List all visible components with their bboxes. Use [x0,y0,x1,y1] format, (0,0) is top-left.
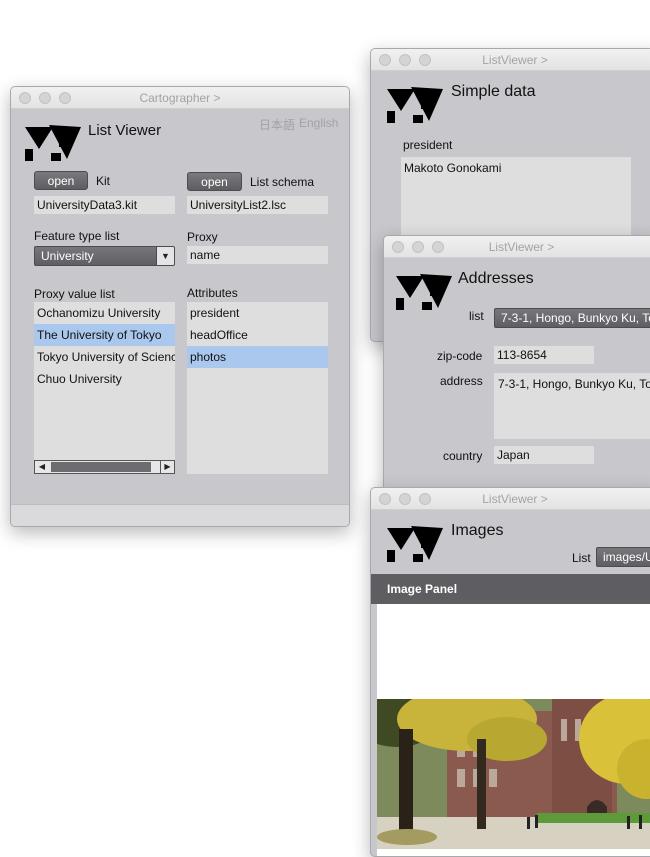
list-item[interactable]: president [187,302,328,324]
titlebar[interactable]: ListViewer > [384,236,650,258]
scroll-right-icon[interactable]: ▶ [160,461,174,473]
address-text: 7-3-1, Hongo, Bunkyo Ku, Tokyo [498,377,650,391]
open-kit-button[interactable]: open [34,171,88,190]
window-title: Cartographer > [139,91,221,105]
list-item[interactable]: headOffice [187,324,328,346]
kit-file-field: UniversityData3.kit [34,196,175,214]
image-panel [377,604,650,856]
list-item[interactable]: Ochanomizu University [34,302,175,324]
panel-heading: Addresses [458,270,534,287]
attributes-list[interactable]: president headOffice photos [187,302,328,474]
campus-photo [377,699,650,849]
proxy-value-list-label: Proxy value list [34,287,115,301]
app-logo-icon [396,274,452,310]
list-label: list [469,309,484,323]
schema-file-field: UniversityList2.lsc [187,196,328,214]
image-panel-header: Image Panel [371,574,650,604]
president-label: president [403,138,453,152]
window-title: ListViewer > [488,240,555,254]
panel-heading: Simple data [451,83,536,100]
proxy-field: name [187,246,328,264]
chevron-down-icon: ▼ [156,247,174,265]
country-label: country [443,449,483,463]
lang-english-link[interactable]: English [299,116,338,130]
titlebar[interactable]: ListViewer > [371,488,650,510]
schema-label: List schema [250,175,315,189]
window-title: ListViewer > [482,53,548,67]
cartographer-window: Cartographer > List Viewer 日本語 English o… [10,86,350,527]
zip-code-label: zip-code [437,349,483,363]
president-value: Makoto Gonokami [401,157,631,247]
window-title: ListViewer > [482,492,548,506]
image-panel-title: Image Panel [387,582,458,596]
feature-type-select[interactable]: University ▼ [34,246,175,266]
app-logo-icon [25,125,81,161]
proxy-value-list[interactable]: Ochanomizu University The University of … [34,302,175,474]
scroll-left-icon[interactable]: ◀ [35,461,49,473]
list-item[interactable]: Tokyo University of Science [34,346,175,368]
feature-type-label: Feature type list [34,229,120,243]
images-window: ListViewer > Images List images/Univ Ima… [370,487,650,857]
addresses-window: ListViewer > Addresses list 7-3-1, Hongo… [383,235,650,497]
status-bar [11,504,349,526]
zip-code-field: 113-8654 [494,346,594,364]
titlebar[interactable]: Cartographer > [11,87,349,109]
list-select[interactable]: images/Univ [596,547,650,567]
list-item[interactable]: The University of Tokyo [34,324,175,346]
proxy-label: Proxy [187,230,218,244]
open-schema-button[interactable]: open [187,172,242,191]
list-item[interactable]: Chuo University [34,368,175,390]
lang-japanese-link[interactable]: 日本語 [259,116,295,133]
list-item[interactable]: photos [187,346,328,368]
titlebar[interactable]: ListViewer > [371,49,650,71]
scroll-thumb[interactable] [51,462,151,472]
feature-type-value: University [41,249,94,263]
attributes-label: Attributes [187,286,238,300]
address-field: 7-3-1, Hongo, Bunkyo Ku, Tokyo [494,373,650,439]
app-logo-icon [387,87,443,123]
list-label: List [572,551,591,565]
panel-heading: Images [451,522,504,539]
horizontal-scrollbar[interactable]: ◀ ▶ [34,460,175,474]
list-select[interactable]: 7-3-1, Hongo, Bunkyo Ku, Tokyo [494,308,650,328]
country-field: Japan [494,446,594,464]
address-label: address [440,374,483,388]
president-text: Makoto Gonokami [404,161,502,175]
kit-label: Kit [96,174,111,188]
panel-heading: List Viewer [88,122,162,139]
app-logo-icon [387,526,443,562]
